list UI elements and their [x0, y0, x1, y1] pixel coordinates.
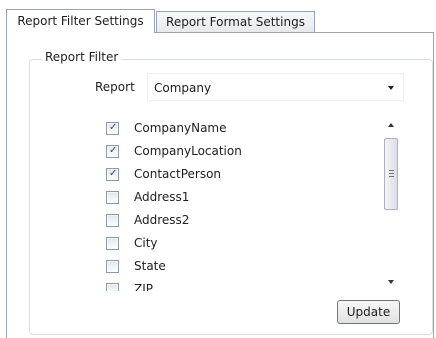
list-item-label: CompanyLocation — [134, 144, 242, 158]
list-item-label: ZIP — [134, 282, 153, 291]
checkbox[interactable]: ✓ — [106, 145, 119, 158]
update-button[interactable]: Update — [337, 300, 400, 324]
report-label: Report — [95, 80, 135, 94]
list-item-label: Address2 — [134, 213, 190, 227]
list-item-label: ContactPerson — [134, 167, 222, 181]
list-item[interactable]: State — [106, 256, 376, 276]
check-icon: ✓ — [109, 122, 118, 133]
scroll-up-icon[interactable] — [388, 123, 394, 127]
list-item[interactable]: Address1 — [106, 187, 376, 207]
list-item[interactable]: ZIP — [106, 279, 376, 291]
groupbox-title: Report Filter — [42, 49, 122, 65]
list-item[interactable]: City — [106, 233, 376, 253]
report-select[interactable]: Company — [147, 73, 404, 101]
scroll-down-icon[interactable] — [388, 280, 394, 284]
tab-report-filter-settings[interactable]: Report Filter Settings — [6, 9, 155, 33]
field-checklist[interactable]: ✓ CompanyName ✓ CompanyLocation ✓ Contac… — [92, 114, 404, 291]
checkbox[interactable]: ✓ — [106, 168, 119, 181]
checkbox[interactable] — [106, 214, 119, 227]
scroll-thumb[interactable] — [384, 138, 398, 210]
list-item-label: City — [134, 236, 158, 250]
list-item-label: CompanyName — [134, 121, 227, 135]
checkbox[interactable] — [106, 191, 119, 204]
check-icon: ✓ — [109, 145, 118, 156]
tab-report-format-settings[interactable]: Report Format Settings — [156, 11, 315, 32]
list-item[interactable]: ✓ CompanyLocation — [106, 141, 376, 161]
checkbox[interactable] — [106, 260, 119, 273]
list-item-label: State — [134, 259, 166, 273]
report-select-value: Company — [154, 81, 212, 95]
list-item[interactable]: Address2 — [106, 210, 376, 230]
list-item-label: Address1 — [134, 190, 190, 204]
checkbox[interactable] — [106, 283, 119, 291]
list-scrollbar[interactable] — [383, 114, 400, 291]
list-item[interactable]: ✓ CompanyName — [106, 118, 376, 138]
checkbox[interactable]: ✓ — [106, 122, 119, 135]
check-icon: ✓ — [109, 168, 118, 179]
list-item[interactable]: ✓ ContactPerson — [106, 164, 376, 184]
tab-strip: Report Filter Settings Report Format Set… — [6, 9, 434, 33]
checkbox[interactable] — [106, 237, 119, 250]
chevron-down-icon — [388, 86, 394, 90]
